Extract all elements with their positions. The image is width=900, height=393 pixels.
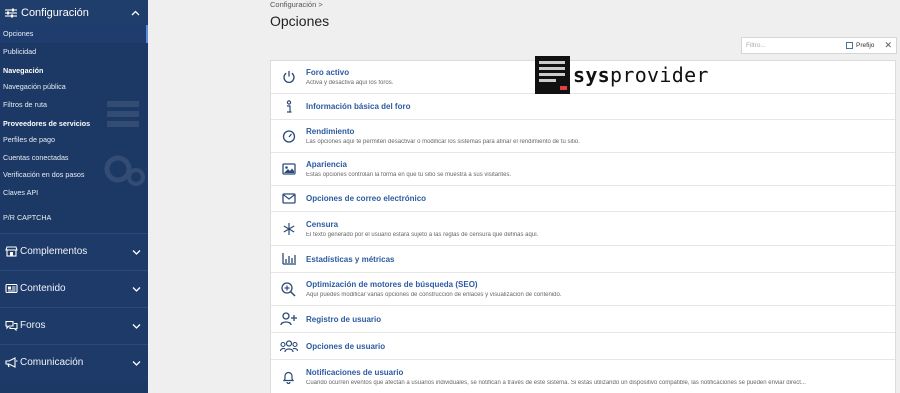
sidebar-item-label: Opciones <box>3 29 34 39</box>
option-description: Las opciones aquí te permiten desactivar… <box>306 139 580 145</box>
envelope-icon <box>271 193 306 204</box>
option-row-informacion-basica[interactable]: Información básica del foro <box>271 94 895 120</box>
sidebar-item-label: Navegación pública <box>3 82 66 92</box>
sidebar-item-publicidad[interactable]: Publicidad <box>0 43 148 61</box>
options-list: Foro activo Activa y desactiva aquí los … <box>270 60 896 393</box>
sidebar: Configuración Opciones Publicidad Navega… <box>0 0 148 393</box>
sidebar-item-label: Filtros de ruta <box>3 99 47 109</box>
sidebar-item-label: Verificación en dos pasos <box>3 170 85 180</box>
sidebar-item-captcha[interactable]: P/R CAPTCHA <box>0 209 148 227</box>
option-row-seo[interactable]: Optimización de motores de búsqueda (SEO… <box>271 273 895 306</box>
page-title: Opciones <box>270 13 330 29</box>
option-row-estadisticas[interactable]: Estadísticas y métricas <box>271 246 895 273</box>
sidebar-item-label: Perfiles de pago <box>3 135 55 145</box>
comments-icon <box>4 320 18 332</box>
info-icon <box>271 99 306 114</box>
option-title: Rendimiento <box>306 127 355 136</box>
option-row-notificaciones[interactable]: Notificaciones de usuario Cuando ocurren… <box>271 360 895 393</box>
sidebar-group-label: Contenido <box>20 283 66 294</box>
sidebar-group-label: Comunicación <box>20 357 84 368</box>
sidebar-item-label: Cuentas conectadas <box>3 152 69 162</box>
sysprovider-logo-text: sysprovider <box>573 63 709 87</box>
sidebar-item-perfiles-de-pago[interactable]: Perfiles de pago <box>0 131 148 149</box>
chevron-down-icon <box>132 286 141 292</box>
option-row-opciones-usuario[interactable]: Opciones de usuario <box>271 333 895 360</box>
sysprovider-logo: sysprovider <box>535 56 709 94</box>
option-row-registro-usuario[interactable]: Registro de usuario <box>271 306 895 333</box>
chevron-up-icon <box>131 10 140 16</box>
sidebar-submenu: Opciones Publicidad Navegación Navegació… <box>0 25 148 233</box>
sidebar-item-navegacion-publica[interactable]: Navegación pública <box>0 78 148 96</box>
option-description: Aquí puedes modificar varias opciones de… <box>306 292 562 298</box>
option-description: Estas opciones controlan la forma en que… <box>306 172 512 178</box>
prefix-checkbox[interactable] <box>846 42 853 49</box>
breadcrumb[interactable]: Configuración > <box>270 0 323 9</box>
option-title: Censura <box>306 219 339 229</box>
sidebar-item-claves-api[interactable]: Claves API <box>0 184 148 202</box>
filter-input[interactable] <box>742 42 846 49</box>
chevron-down-icon <box>132 249 141 255</box>
sysprovider-logo-icon <box>535 56 570 94</box>
chart-bars-icon <box>271 253 306 265</box>
search-plus-icon <box>271 281 306 297</box>
option-title: Apariencia <box>306 160 347 169</box>
filter-bar: Prefijo ✕ <box>741 37 897 54</box>
sidebar-header-label: Configuración <box>21 6 89 19</box>
sidebar-group-comunicacion[interactable]: Comunicación <box>0 343 148 381</box>
prefix-label: Prefijo <box>856 42 875 49</box>
logo-text-sys: sys <box>573 63 611 87</box>
sidebar-group-label: Complementos <box>20 246 88 257</box>
sidebar-item-label: P/R CAPTCHA <box>3 213 52 223</box>
users-icon <box>271 339 306 353</box>
logo-text-provider: provider <box>610 63 709 87</box>
sidebar-item-opciones[interactable]: Opciones <box>0 25 148 43</box>
sidebar-item-verificacion-dos-pasos[interactable]: Verificación en dos pasos <box>0 166 148 184</box>
option-row-rendimiento[interactable]: Rendimiento Las opciones aquí te permite… <box>271 120 895 153</box>
option-title: Foro activo <box>306 68 350 77</box>
sidebar-item-cuentas-conectadas[interactable]: Cuentas conectadas <box>0 149 148 167</box>
sidebar-section-configuracion[interactable]: Configuración <box>0 0 148 25</box>
option-description: El texto generado por el usuario estará … <box>306 231 539 238</box>
chevron-down-icon <box>132 360 141 366</box>
sidebar-group-complementos[interactable]: Complementos <box>0 232 148 270</box>
newspaper-icon <box>4 283 18 295</box>
sidebar-item-label: Publicidad <box>3 46 37 56</box>
sidebar-heading-navegacion: Navegación <box>3 66 44 75</box>
chevron-down-icon <box>132 323 141 329</box>
option-row-correo-electronico[interactable]: Opciones de correo electrónico <box>271 186 895 212</box>
bullhorn-icon <box>4 357 18 369</box>
option-row-apariencia[interactable]: Apariencia Estas opciones controlan la f… <box>271 153 895 186</box>
option-title: Opciones de correo electrónico <box>306 194 427 203</box>
sliders-icon <box>4 7 18 19</box>
sidebar-group-contenido[interactable]: Contenido <box>0 269 148 307</box>
power-icon <box>271 70 306 84</box>
option-row-censura[interactable]: Censura El texto generado por el usuario… <box>271 212 895 246</box>
gauge-icon <box>271 129 306 143</box>
user-plus-icon <box>271 312 306 326</box>
option-description: Activa y desactiva aquí los foros. <box>306 80 394 86</box>
store-icon <box>4 246 18 258</box>
sidebar-item-label: Claves API <box>3 187 39 197</box>
bell-icon <box>271 370 306 384</box>
image-icon <box>271 163 306 175</box>
clear-filter-button[interactable]: ✕ <box>884 40 892 51</box>
asterisk-icon <box>271 222 306 236</box>
option-title: Optimización de motores de búsqueda (SEO… <box>306 280 478 289</box>
option-description: Cuando ocurren eventos que afectan a usu… <box>306 380 806 386</box>
sidebar-group-label: Foros <box>20 320 46 331</box>
option-title: Información básica del foro <box>306 102 411 111</box>
option-title: Estadísticas y métricas <box>306 254 395 264</box>
sidebar-item-filtros-de-ruta[interactable]: Filtros de ruta <box>0 96 148 114</box>
option-title: Notificaciones de usuario <box>306 368 404 377</box>
option-title: Opciones de usuario <box>306 341 386 351</box>
option-title: Registro de usuario <box>306 314 382 324</box>
sidebar-group-foros[interactable]: Foros <box>0 306 148 344</box>
